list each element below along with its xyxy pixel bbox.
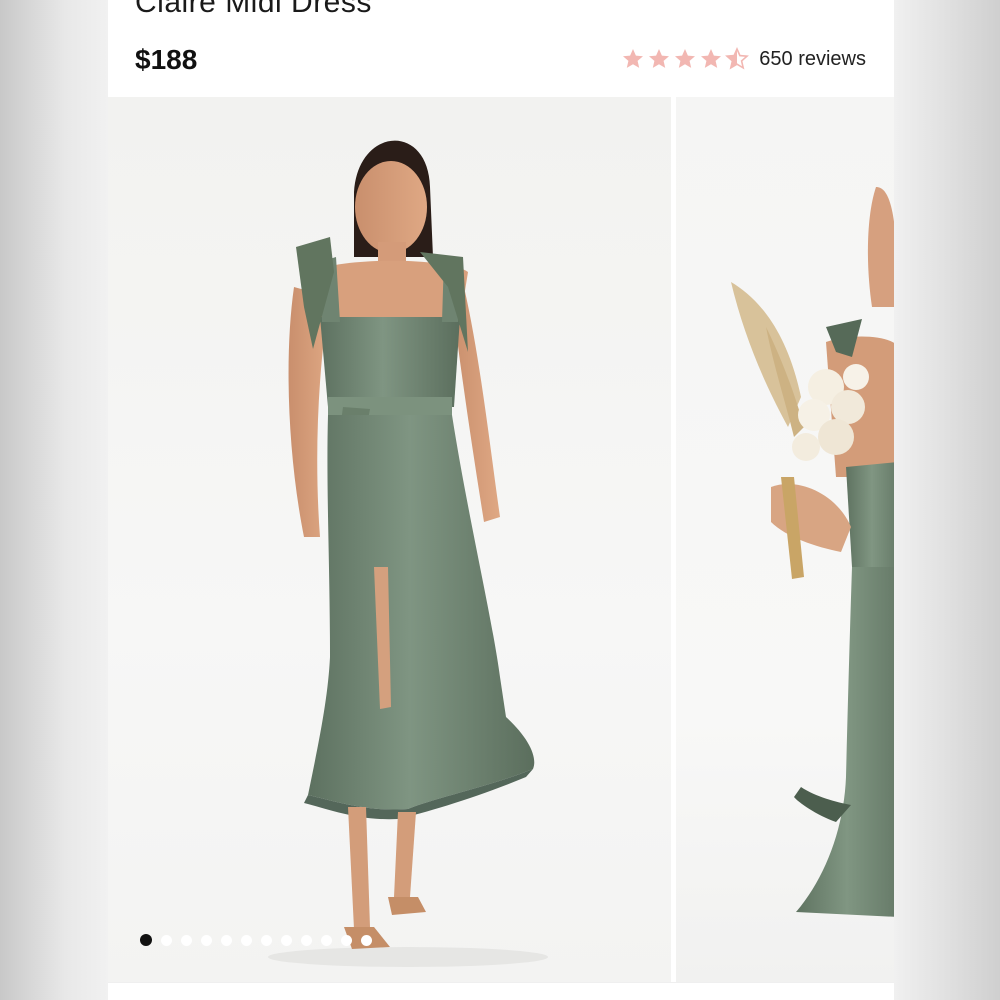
product-image-next[interactable] — [676, 97, 894, 982]
carousel-pagination[interactable] — [140, 934, 372, 946]
carousel-dot[interactable] — [221, 934, 232, 946]
product-price: $188 — [135, 44, 198, 75]
bottom-edge — [108, 982, 894, 1000]
carousel-dot[interactable] — [161, 934, 172, 946]
carousel-dot[interactable] — [301, 934, 312, 946]
star-icon — [675, 49, 696, 68]
product-title: Claire Midi Dress — [135, 0, 372, 19]
carousel-dot[interactable] — [261, 934, 272, 946]
carousel-dot[interactable] — [341, 934, 352, 946]
model-bouquet-photo — [731, 187, 894, 917]
carousel-dot[interactable] — [140, 934, 152, 946]
star-rating — [621, 47, 750, 71]
star-icon — [701, 49, 722, 68]
model-dress-photo — [268, 140, 548, 967]
half-star-icon — [725, 47, 750, 70]
backdrop-left — [0, 0, 108, 1000]
star-icon — [649, 49, 670, 68]
review-count-link[interactable]: 650 reviews — [759, 48, 866, 71]
carousel-dot[interactable] — [281, 934, 292, 946]
star-icon — [623, 49, 644, 68]
carousel-dot[interactable] — [361, 934, 372, 946]
product-image-main[interactable] — [108, 97, 671, 982]
carousel-dot[interactable] — [201, 934, 212, 946]
carousel-dot[interactable] — [181, 934, 192, 946]
backdrop-right — [894, 0, 1000, 1000]
rating-summary[interactable]: 650 reviews — [621, 47, 866, 71]
carousel-dot[interactable] — [321, 934, 332, 946]
product-page: Claire Midi Dress $188 650 reviews — [108, 0, 894, 1000]
image-carousel[interactable] — [108, 97, 894, 982]
carousel-dot[interactable] — [241, 934, 252, 946]
